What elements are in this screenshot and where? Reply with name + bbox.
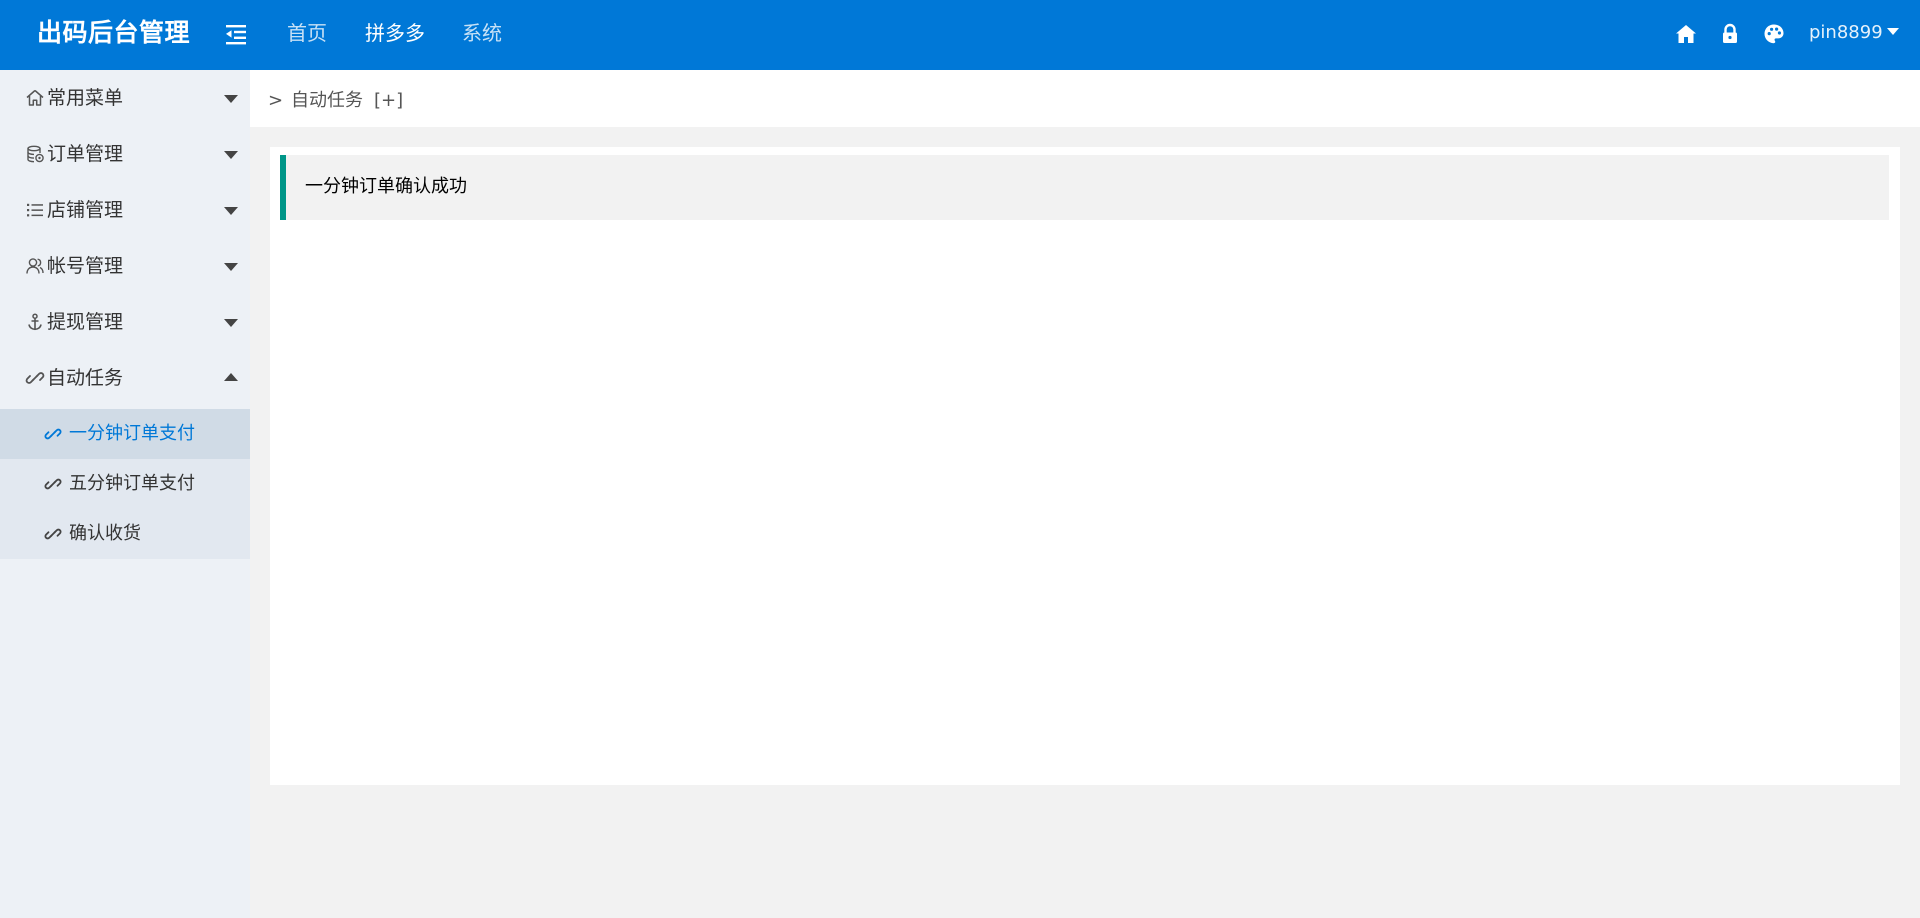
- sidebar-item-auto-tasks[interactable]: 自动任务: [0, 350, 250, 406]
- username: pin8899: [1809, 22, 1883, 43]
- sidebar-item-shop-management[interactable]: 店铺管理: [0, 182, 250, 238]
- breadcrumb-title: 自动任务: [291, 90, 363, 111]
- link-icon: [44, 425, 62, 443]
- submenu-item-one-minute-payment[interactable]: 一分钟订单支付: [0, 409, 250, 459]
- breadcrumb-add-button[interactable]: [+]: [374, 70, 403, 132]
- link-icon: [25, 368, 45, 388]
- submenu-item-label: 一分钟订单支付: [69, 423, 195, 444]
- sidebar-item-label: 提现管理: [47, 311, 124, 333]
- success-message-box: 一分钟订单确认成功: [280, 155, 1889, 220]
- anchor-icon: [25, 312, 45, 332]
- chevron-down-icon: [224, 319, 238, 327]
- success-message: 一分钟订单确认成功: [305, 176, 467, 197]
- sidebar-item-label: 常用菜单: [47, 87, 124, 109]
- chevron-up-icon: [224, 373, 238, 381]
- submenu-item-confirm-receipt[interactable]: 确认收货: [0, 509, 250, 559]
- menu-collapse-icon[interactable]: [222, 21, 250, 47]
- nav-pinduoduo[interactable]: 拼多多: [365, 0, 425, 70]
- lock-icon[interactable]: [1718, 22, 1742, 46]
- content-card: 一分钟订单确认成功: [270, 147, 1900, 785]
- user-menu[interactable]: pin8899: [1809, 0, 1899, 70]
- sidebar-item-order-management[interactable]: 订单管理: [0, 126, 250, 182]
- chevron-down-icon: [224, 207, 238, 215]
- sidebar: 常用菜单 订单管理 店铺管理 帐号管理 提现管理 自动任务 一分钟订单支付 五分…: [0, 70, 250, 918]
- submenu-item-label: 确认收货: [69, 523, 141, 544]
- palette-icon[interactable]: [1762, 22, 1786, 46]
- sidebar-item-label: 自动任务: [47, 367, 124, 389]
- sidebar-item-account-management[interactable]: 帐号管理: [0, 238, 250, 294]
- database-icon: [25, 144, 45, 164]
- breadcrumb-separator: >: [268, 90, 284, 111]
- chevron-down-icon: [1886, 27, 1899, 35]
- users-icon: [25, 256, 45, 276]
- breadcrumb: > 自动任务 [+]: [250, 70, 1920, 127]
- chevron-down-icon: [224, 151, 238, 159]
- nav-home[interactable]: 首页: [287, 0, 327, 70]
- submenu-item-label: 五分钟订单支付: [69, 473, 195, 494]
- link-icon: [44, 525, 62, 543]
- chevron-down-icon: [224, 95, 238, 103]
- home-icon[interactable]: [1674, 22, 1698, 46]
- submenu-item-five-minute-payment[interactable]: 五分钟订单支付: [0, 459, 250, 509]
- auto-tasks-submenu: 一分钟订单支付 五分钟订单支付 确认收货: [0, 409, 250, 559]
- sidebar-item-label: 帐号管理: [47, 255, 124, 277]
- sidebar-item-label: 订单管理: [47, 143, 124, 165]
- app-logo-title[interactable]: 出码后台管理: [37, 0, 190, 70]
- sidebar-item-label: 店铺管理: [47, 199, 124, 221]
- sidebar-item-withdraw-management[interactable]: 提现管理: [0, 294, 250, 350]
- home-outline-icon: [25, 88, 45, 108]
- nav-system[interactable]: 系统: [462, 0, 502, 70]
- link-icon: [44, 475, 62, 493]
- sidebar-item-common-menu[interactable]: 常用菜单: [0, 70, 250, 126]
- chevron-down-icon: [224, 263, 238, 271]
- list-icon: [25, 200, 45, 220]
- top-header: 出码后台管理 首页 拼多多 系统 pin8899: [0, 0, 1920, 70]
